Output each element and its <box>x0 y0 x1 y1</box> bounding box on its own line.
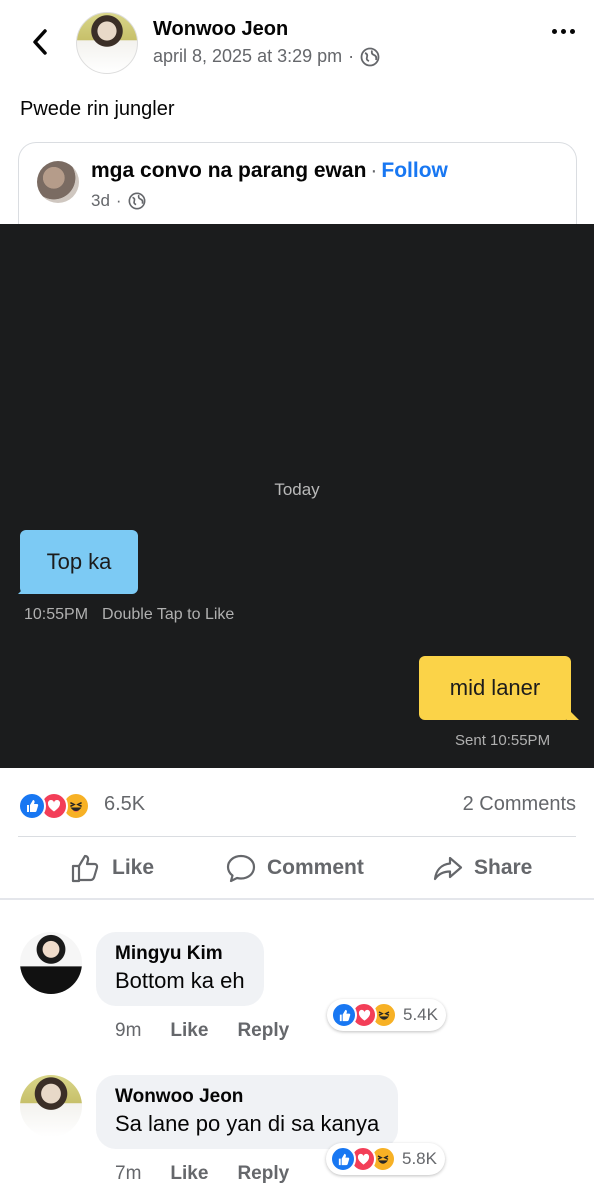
sent-message-bubble: mid laner <box>419 656 579 720</box>
share-button[interactable]: Share <box>432 852 532 884</box>
globe-icon <box>360 47 380 66</box>
comment-button[interactable]: Comment <box>225 852 364 884</box>
more-dot <box>560 28 566 34</box>
author-avatar[interactable] <box>76 12 138 74</box>
comment-author[interactable]: Mingyu Kim <box>115 942 245 966</box>
post-header: Wonwoo Jeon april 8, 2025 at 3:29 pm · <box>0 0 594 90</box>
comment-text: Sa lane po yan di sa kanya <box>115 1111 380 1136</box>
like-button-label: Like <box>112 856 155 879</box>
thumbs-up-icon <box>71 854 99 883</box>
like-reaction-icon <box>330 1146 356 1172</box>
comment-reply-button[interactable]: Reply <box>237 1163 289 1185</box>
sent-message-status: Sent 10:55PM <box>455 732 551 749</box>
divider <box>18 836 576 837</box>
back-button[interactable] <box>22 24 58 60</box>
share-arrow-icon <box>433 856 463 881</box>
commenter-avatar[interactable] <box>20 932 82 994</box>
comment-reaction-count: 5.8K <box>402 1149 437 1168</box>
comment-author[interactable]: Wonwoo Jeon <box>115 1085 379 1109</box>
chevron-left-icon <box>33 29 47 55</box>
reactions-summary: 6.5K 2 Comments <box>18 790 576 822</box>
comment-reply-button[interactable]: Reply <box>237 1020 289 1042</box>
comment-time[interactable]: 9m <box>115 1020 141 1042</box>
meta-separator: · <box>348 46 355 66</box>
shared-page-name[interactable]: mga convo na parang ewan <box>91 159 366 182</box>
shared-page-line: mga convo na parang ewan · Follow <box>91 159 448 183</box>
like-reaction-icon <box>18 792 46 820</box>
post-action-bar: Like Comment Share <box>0 846 594 892</box>
shared-meta: 3d · <box>91 191 146 211</box>
commenter-avatar[interactable] <box>20 1075 82 1137</box>
post-timestamp[interactable]: april 8, 2025 at 3:29 pm <box>153 46 342 67</box>
comment-button-label: Comment <box>267 856 364 879</box>
shared-chat-image[interactable]: Today Top ka 10:55PM Double Tap to Like m… <box>0 224 594 768</box>
comment-like-button[interactable]: Like <box>170 1163 208 1185</box>
globe-icon <box>128 192 146 210</box>
comment-text: Bottom ka eh <box>115 968 245 993</box>
post-author-name[interactable]: Wonwoo Jeon <box>153 18 288 41</box>
comment-bubble-icon <box>226 854 256 883</box>
comment-bubble[interactable]: Mingyu Kim Bottom ka eh <box>96 932 264 1006</box>
follow-button[interactable]: Follow <box>381 159 448 182</box>
shared-separator: · <box>370 159 378 182</box>
shared-age[interactable]: 3d <box>91 191 110 211</box>
received-message-meta: 10:55PM Double Tap to Like <box>24 606 234 624</box>
section-separator <box>0 898 594 900</box>
more-dot <box>569 28 575 34</box>
received-message-bubble: Top ka <box>18 530 138 594</box>
share-button-label: Share <box>474 856 533 879</box>
received-time: 10:55PM <box>24 606 89 623</box>
post-meta: april 8, 2025 at 3:29 pm · <box>153 46 380 67</box>
comment-like-button[interactable]: Like <box>170 1020 208 1042</box>
comment-actions: 9m Like Reply <box>115 1020 289 1042</box>
more-horizontal-icon <box>551 28 557 34</box>
comment-actions: 7m Like Reply <box>115 1163 289 1185</box>
page-avatar[interactable] <box>37 161 79 203</box>
chat-day-label: Today <box>274 480 320 499</box>
shared-meta-separator: · <box>115 191 122 210</box>
comments-count[interactable]: 2 Comments <box>463 793 576 816</box>
comment-time[interactable]: 7m <box>115 1163 141 1185</box>
comment-reactions[interactable]: 5.4K <box>327 999 446 1031</box>
more-options-button[interactable] <box>548 24 578 38</box>
post-text: Pwede rin jungler <box>20 98 175 120</box>
comment-reaction-count: 5.4K <box>403 1005 438 1024</box>
comment-reactions[interactable]: 5.8K <box>326 1143 445 1175</box>
like-button[interactable]: Like <box>70 852 154 884</box>
like-reaction-icon <box>331 1002 357 1028</box>
double-tap-hint: Double Tap to Like <box>102 606 235 623</box>
reaction-icons[interactable] <box>18 792 90 820</box>
comment-bubble[interactable]: Wonwoo Jeon Sa lane po yan di sa kanya <box>96 1075 399 1149</box>
reaction-count[interactable]: 6.5K <box>104 793 145 816</box>
